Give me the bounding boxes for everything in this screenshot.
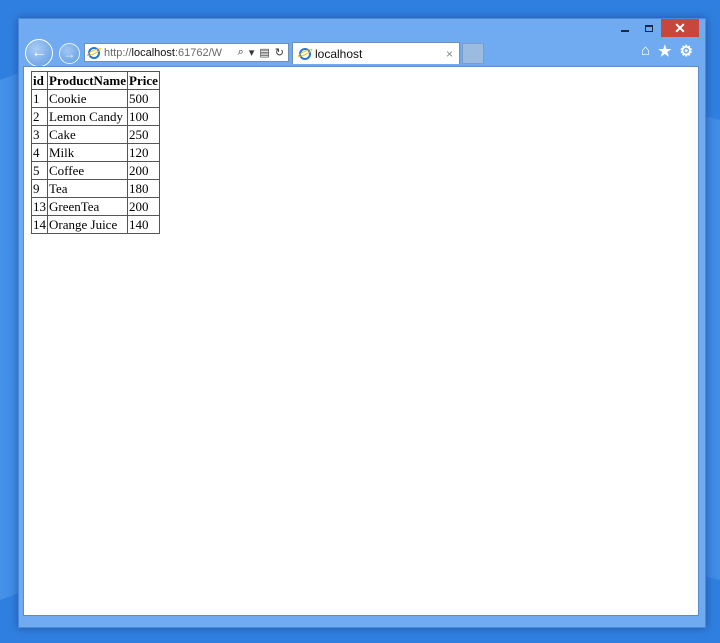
- address-tools: ⌕ ▾ ▤ ↻: [234, 46, 288, 59]
- table-row: 5 Coffee 200: [31, 161, 160, 180]
- cell-price: 120: [127, 143, 160, 162]
- back-button[interactable]: ←: [25, 39, 53, 67]
- browser-window: ✕ ← → http://localhost:61762/W ⌕ ▾ ▤ ↻ l…: [18, 18, 706, 628]
- minimize-icon: [621, 30, 629, 32]
- url-port-path: :61762/W: [174, 46, 223, 59]
- table-row: 13 GreenTea 200: [31, 197, 160, 216]
- cell-id: 3: [31, 125, 48, 144]
- table-row: 2 Lemon Candy 100: [31, 107, 160, 126]
- chevron-down-icon[interactable]: ▾: [249, 46, 255, 59]
- table-row: 9 Tea 180: [31, 179, 160, 198]
- page-content: id ProductName Price 1 Cookie 500 2 Lemo…: [23, 66, 699, 616]
- cell-id: 14: [31, 215, 48, 234]
- address-url[interactable]: http://localhost:61762/W: [104, 47, 234, 59]
- column-header-product-name: ProductName: [46, 71, 129, 90]
- forward-arrow-icon: →: [63, 46, 76, 61]
- tab-title: localhost: [315, 46, 363, 61]
- cell-id: 4: [31, 143, 48, 162]
- browser-toolbar-right: ⌂ ★ ⚙: [641, 42, 693, 60]
- cell-id: 2: [31, 107, 48, 126]
- star-icon[interactable]: ★: [658, 42, 671, 60]
- minimize-button[interactable]: [613, 19, 637, 37]
- cell-id: 5: [31, 161, 48, 180]
- cell-id: 1: [31, 89, 48, 108]
- cell-product-name: Milk: [46, 143, 129, 162]
- cell-price: 250: [127, 125, 160, 144]
- cell-price: 140: [127, 215, 160, 234]
- cell-product-name: Lemon Candy: [46, 107, 129, 126]
- cell-price: 500: [127, 89, 160, 108]
- table-header-row: id ProductName Price: [31, 71, 160, 90]
- cell-price: 200: [127, 197, 160, 216]
- table-row: 1 Cookie 500: [31, 89, 160, 108]
- cell-id: 13: [31, 197, 48, 216]
- products-table: id ProductName Price 1 Cookie 500 2 Lemo…: [31, 71, 160, 234]
- close-window-button[interactable]: ✕: [661, 19, 699, 37]
- back-arrow-icon: ←: [31, 44, 47, 61]
- cell-price: 180: [127, 179, 160, 198]
- search-icon[interactable]: ⌕: [238, 46, 244, 59]
- cell-product-name: Coffee: [46, 161, 129, 180]
- column-header-price: Price: [127, 71, 160, 90]
- gear-icon[interactable]: ⚙: [680, 42, 693, 60]
- tab-close-icon[interactable]: ×: [446, 47, 459, 61]
- cell-price: 200: [127, 161, 160, 180]
- table-row: 4 Milk 120: [31, 143, 160, 162]
- address-bar[interactable]: http://localhost:61762/W ⌕ ▾ ▤ ↻: [84, 43, 289, 62]
- tab-localhost[interactable]: localhost ×: [292, 42, 460, 64]
- compatibility-view-icon[interactable]: ▤: [259, 46, 269, 59]
- home-icon[interactable]: ⌂: [641, 42, 650, 60]
- window-caption-buttons: ✕: [613, 19, 699, 37]
- new-tab-button[interactable]: [462, 43, 484, 64]
- cell-product-name: Orange Juice: [46, 215, 129, 234]
- close-icon: ✕: [674, 20, 686, 36]
- table-row: 3 Cake 250: [31, 125, 160, 144]
- forward-button[interactable]: →: [59, 43, 80, 64]
- ie-logo-icon: [299, 47, 311, 60]
- cell-product-name: Tea: [46, 179, 129, 198]
- maximize-button[interactable]: [637, 19, 661, 37]
- cell-product-name: GreenTea: [46, 197, 129, 216]
- refresh-icon[interactable]: ↻: [275, 46, 284, 59]
- cell-id: 9: [31, 179, 48, 198]
- navigation-bar: ← → http://localhost:61762/W ⌕ ▾ ▤ ↻ loc…: [19, 39, 705, 67]
- cell-product-name: Cookie: [46, 89, 129, 108]
- ie-logo-icon: [88, 46, 100, 59]
- column-header-id: id: [31, 71, 48, 90]
- cell-price: 100: [127, 107, 160, 126]
- maximize-icon: [645, 24, 653, 32]
- table-row: 14 Orange Juice 140: [31, 215, 160, 234]
- url-host: localhost: [131, 46, 175, 59]
- url-prefix: http://: [104, 46, 132, 59]
- cell-product-name: Cake: [46, 125, 129, 144]
